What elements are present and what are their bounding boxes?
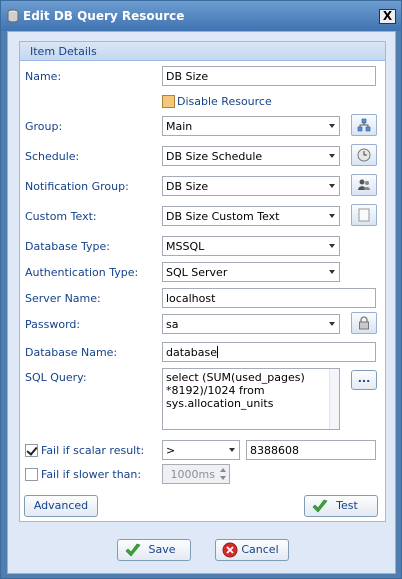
password-value: sa bbox=[166, 318, 179, 331]
authentication-type-label: Authentication Type: bbox=[25, 266, 139, 279]
group-browse-button[interactable] bbox=[351, 114, 377, 136]
notification-group-label: Notification Group: bbox=[25, 180, 129, 193]
password-select[interactable]: sa bbox=[162, 314, 340, 334]
fail-slower-checkbox[interactable] bbox=[25, 468, 38, 481]
chevron-down-icon bbox=[329, 184, 335, 188]
fail-scalar-value-input[interactable]: 8388608 bbox=[246, 440, 376, 460]
database-type-label: Database Type: bbox=[25, 240, 110, 253]
test-button[interactable]: Test bbox=[304, 495, 378, 517]
edit-db-query-dialog: Edit DB Query Resource X Item Details Na… bbox=[0, 0, 402, 579]
checkmark-icon bbox=[125, 543, 141, 557]
authentication-type-select[interactable]: SQL Server bbox=[162, 262, 340, 282]
custom-text-value: DB Size Custom Text bbox=[166, 210, 280, 223]
clock-icon bbox=[357, 148, 371, 162]
password-lock-button[interactable] bbox=[351, 312, 377, 334]
group-select[interactable]: Main bbox=[162, 116, 340, 136]
notification-group-browse-button[interactable] bbox=[351, 174, 377, 196]
spinner-arrows-icon[interactable] bbox=[218, 465, 228, 483]
title-bar[interactable]: Edit DB Query Resource X bbox=[1, 1, 401, 31]
database-icon bbox=[7, 9, 19, 23]
chevron-down-icon bbox=[329, 244, 335, 248]
save-button-label: Save bbox=[148, 543, 176, 556]
cancel-button-label: Cancel bbox=[241, 543, 279, 556]
text-cursor bbox=[217, 346, 218, 358]
scrollbar[interactable] bbox=[329, 369, 339, 429]
test-button-label: Test bbox=[336, 499, 358, 512]
cancel-icon bbox=[222, 542, 238, 558]
fail-scalar-label: Fail if scalar result: bbox=[41, 444, 145, 457]
name-label: Name: bbox=[25, 70, 62, 83]
fail-scalar-operator-value: > bbox=[166, 444, 176, 457]
schedule-label: Schedule: bbox=[25, 150, 80, 163]
schedule-select[interactable]: DB Size Schedule bbox=[162, 146, 340, 166]
chevron-down-icon bbox=[229, 448, 235, 452]
database-name-label: Database Name: bbox=[25, 346, 118, 359]
save-button[interactable]: Save bbox=[117, 539, 191, 561]
chevron-down-icon bbox=[329, 154, 335, 158]
sql-query-browse-button[interactable]: ... bbox=[351, 370, 377, 390]
dialog-title: Edit DB Query Resource bbox=[23, 9, 185, 23]
custom-text-select[interactable]: DB Size Custom Text bbox=[162, 206, 340, 226]
fail-scalar-operator-select[interactable]: > bbox=[162, 440, 240, 460]
chevron-down-icon bbox=[329, 322, 335, 326]
custom-text-label: Custom Text: bbox=[25, 210, 97, 223]
database-type-select[interactable]: MSSQL bbox=[162, 236, 340, 256]
disable-resource-checkbox[interactable] bbox=[162, 95, 175, 108]
sql-query-label: SQL Query: bbox=[25, 371, 87, 384]
custom-text-browse-button[interactable] bbox=[351, 204, 377, 226]
server-name-input[interactable]: localhost bbox=[162, 288, 376, 308]
fail-slower-value: 1000ms bbox=[170, 468, 215, 481]
network-icon bbox=[357, 118, 371, 132]
sql-query-line: *8192)/1024 from bbox=[166, 384, 265, 397]
sql-query-line: sys.allocation_units bbox=[166, 397, 274, 410]
database-name-input[interactable]: database bbox=[162, 342, 376, 362]
cancel-button[interactable]: Cancel bbox=[215, 539, 289, 561]
document-icon bbox=[358, 208, 370, 222]
notification-group-value: DB Size bbox=[166, 180, 209, 193]
server-name-label: Server Name: bbox=[25, 292, 101, 305]
name-input[interactable]: DB Size bbox=[162, 66, 376, 86]
fail-slower-label: Fail if slower than: bbox=[41, 468, 142, 481]
sql-query-line: select (SUM(used_pages) bbox=[166, 371, 305, 384]
schedule-browse-button[interactable] bbox=[351, 144, 377, 166]
database-type-value: MSSQL bbox=[166, 240, 205, 253]
notification-group-select[interactable]: DB Size bbox=[162, 176, 340, 196]
panel-title: Item Details bbox=[30, 45, 97, 58]
authentication-type-value: SQL Server bbox=[166, 266, 228, 279]
group-value: Main bbox=[166, 120, 193, 133]
group-label: Group: bbox=[25, 120, 63, 133]
disable-resource-label: Disable Resource bbox=[177, 95, 272, 108]
panel-header: Item Details bbox=[20, 42, 385, 61]
close-button[interactable]: X bbox=[379, 9, 396, 24]
advanced-button[interactable]: Advanced bbox=[24, 495, 98, 517]
people-icon bbox=[358, 179, 370, 190]
fail-slower-spinner[interactable]: 1000ms bbox=[162, 464, 230, 484]
sql-query-textarea[interactable]: select (SUM(used_pages) *8192)/1024 from… bbox=[162, 368, 340, 430]
password-label: Password: bbox=[25, 318, 81, 331]
fail-scalar-checkbox[interactable] bbox=[25, 444, 38, 457]
chevron-down-icon bbox=[329, 124, 335, 128]
chevron-down-icon bbox=[329, 214, 335, 218]
checkmark-icon bbox=[312, 499, 328, 513]
dialog-body: Item Details Name: DB Size Disable Resou… bbox=[7, 31, 396, 574]
chevron-down-icon bbox=[329, 270, 335, 274]
schedule-value: DB Size Schedule bbox=[166, 150, 263, 163]
item-details-panel: Item Details Name: DB Size Disable Resou… bbox=[19, 41, 386, 522]
database-name-value: database bbox=[166, 346, 217, 359]
lock-icon bbox=[359, 316, 369, 330]
